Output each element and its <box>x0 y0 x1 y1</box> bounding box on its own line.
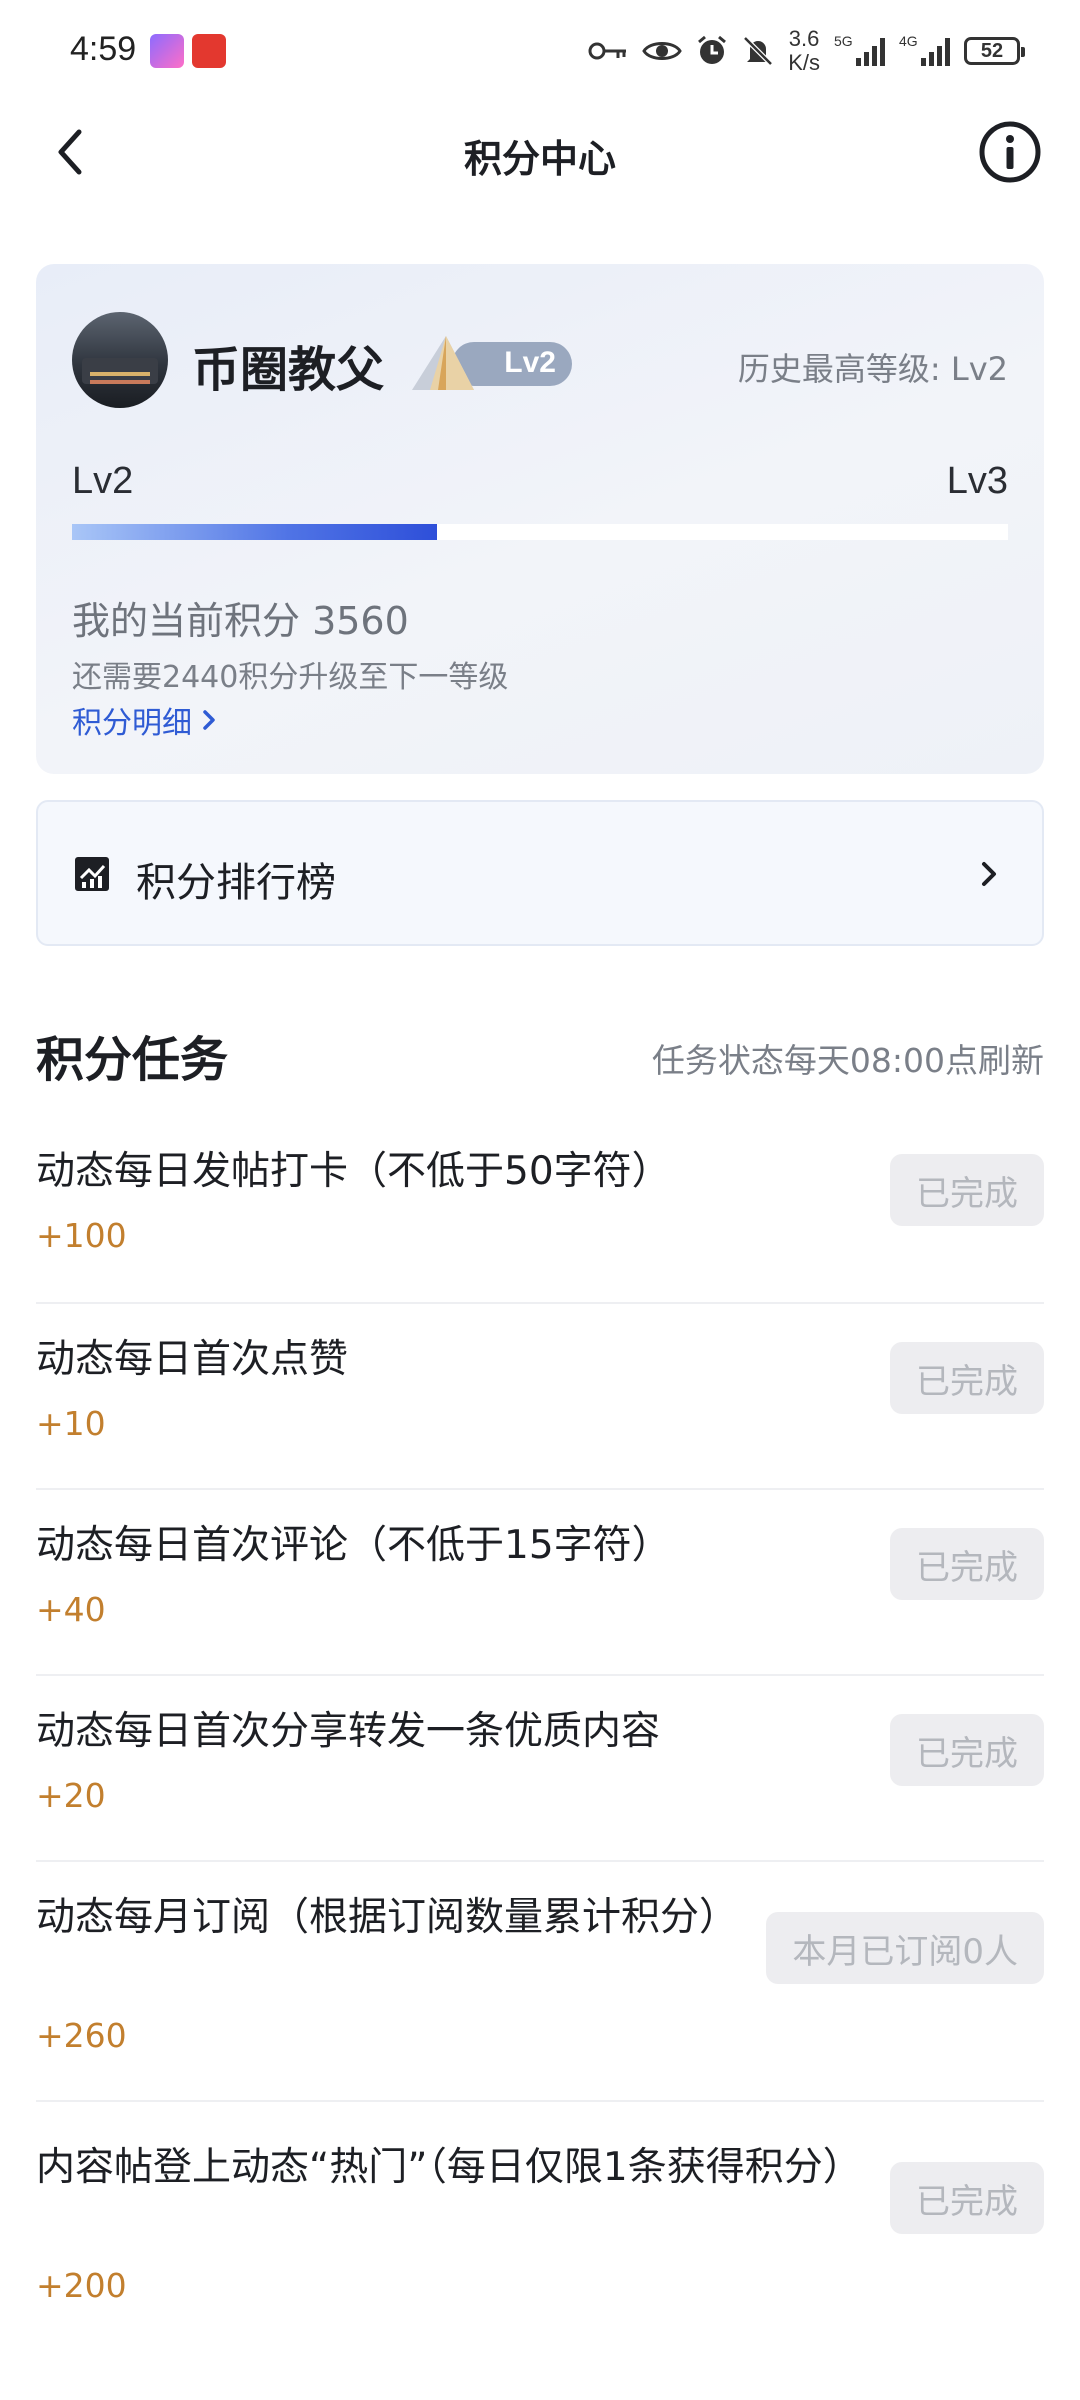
current-level-label: Lv2 <box>72 460 134 502</box>
task-item: 动态每日首次评论（不低于15字符） +40 已完成 <box>36 1490 1044 1676</box>
alarm-icon <box>698 35 727 64</box>
page-title: 积分中心 <box>463 137 616 181</box>
signal-4g-icon: 4G <box>899 33 950 66</box>
app-header: 积分中心 <box>0 100 1080 204</box>
level-card: 币圈教父 Lv2 历史最高等级: Lv2 Lv2 Lv3 我的当前积分 3560… <box>36 264 1044 774</box>
stock-app-icon <box>192 34 226 68</box>
tasks-refresh-note: 任务状态每天08:00点刷新 <box>651 1041 1044 1080</box>
points-detail-label: 积分明细 <box>72 706 192 741</box>
status-bar: 4:59 3.6 K/s 5G 4G 52 <box>0 0 1080 100</box>
chevron-right-icon <box>982 862 996 886</box>
task-reward: +100 <box>36 1216 127 1255</box>
task-reward: +260 <box>36 2016 127 2055</box>
ranking-entry[interactable]: 积分排行榜 <box>36 800 1044 946</box>
next-level-label: Lv3 <box>946 460 1008 502</box>
task-item: 动态每日首次点赞 +10 已完成 <box>36 1304 1044 1490</box>
history-level: 历史最高等级: Lv2 <box>737 350 1008 388</box>
level-badge-label: Lv2 <box>504 346 556 379</box>
network-type-label: 5G <box>834 33 853 49</box>
info-button[interactable] <box>978 120 1042 184</box>
current-points: 我的当前积分 3560 <box>72 599 409 643</box>
info-icon <box>979 121 1041 183</box>
avatar[interactable] <box>72 312 168 408</box>
task-status-button[interactable]: 本月已订阅0人 <box>766 1912 1044 1984</box>
username: 币圈教父 <box>192 342 385 398</box>
task-item: 动态每日首次分享转发一条优质内容 +20 已完成 <box>36 1676 1044 1862</box>
task-reward: +20 <box>36 1776 106 1815</box>
task-title: 动态每日发帖打卡（不低于50字符） <box>36 1149 671 1194</box>
rocket-app-icon <box>150 34 184 68</box>
task-item: 动态每月订阅（根据订阅数量累计积分） +260 本月已订阅0人 <box>36 1862 1044 2102</box>
mute-bell-icon <box>743 36 773 66</box>
chevron-right-icon <box>203 710 215 730</box>
task-item: 内容帖登上动态“热门”（每日仅限1条获得积分） +200 已完成 <box>36 2102 1044 2332</box>
signal-5g-icon: 5G <box>834 33 885 66</box>
status-icons: 3.6 K/s 5G 4G 52 <box>588 26 1025 76</box>
task-title: 内容帖登上动态“热门”（每日仅限1条获得积分） <box>36 2145 862 2190</box>
points-detail-link[interactable]: 积分明细 <box>72 698 216 742</box>
task-status-button[interactable]: 已完成 <box>890 2162 1044 2234</box>
task-reward: +10 <box>36 1404 106 1443</box>
task-reward: +40 <box>36 1590 106 1629</box>
battery-icon: 52 <box>964 37 1025 65</box>
task-title: 动态每日首次分享转发一条优质内容 <box>36 1709 661 1754</box>
task-status-button[interactable]: 已完成 <box>890 1528 1044 1600</box>
task-title: 动态每日首次点赞 <box>36 1337 349 1382</box>
task-title: 动态每月订阅（根据订阅数量累计积分） <box>36 1895 739 1940</box>
task-reward: +200 <box>36 2266 127 2305</box>
tasks-section-title: 积分任务 <box>36 1032 229 1088</box>
mountain-icon <box>412 336 474 390</box>
task-status-button[interactable]: 已完成 <box>890 1342 1044 1414</box>
eye-icon <box>642 42 682 60</box>
network-speed-unit: K/s <box>788 50 820 75</box>
network-speed-value: 3.6 <box>788 26 820 51</box>
points-needed: 还需要2440积分升级至下一等级 <box>72 660 509 695</box>
task-list: 动态每日发帖打卡（不低于50字符） +100 已完成 动态每日首次点赞 +10 … <box>36 1118 1044 2332</box>
task-status-button[interactable]: 已完成 <box>890 1154 1044 1226</box>
key-icon <box>588 42 627 60</box>
network-speed: 3.6 K/s <box>788 27 820 75</box>
level-progress-fill <box>72 524 438 540</box>
task-status-button[interactable]: 已完成 <box>890 1714 1044 1786</box>
ranking-label: 积分排行榜 <box>136 860 336 906</box>
network-type-label: 4G <box>899 33 918 49</box>
task-item: 动态每日发帖打卡（不低于50字符） +100 已完成 <box>36 1118 1044 1304</box>
battery-level: 52 <box>980 39 1004 62</box>
level-progress-bar <box>72 524 1008 540</box>
chart-icon <box>75 857 109 891</box>
level-badge: Lv2 <box>408 334 572 394</box>
status-time: 4:59 <box>70 30 137 68</box>
task-title: 动态每日首次评论（不低于15字符） <box>36 1523 671 1568</box>
